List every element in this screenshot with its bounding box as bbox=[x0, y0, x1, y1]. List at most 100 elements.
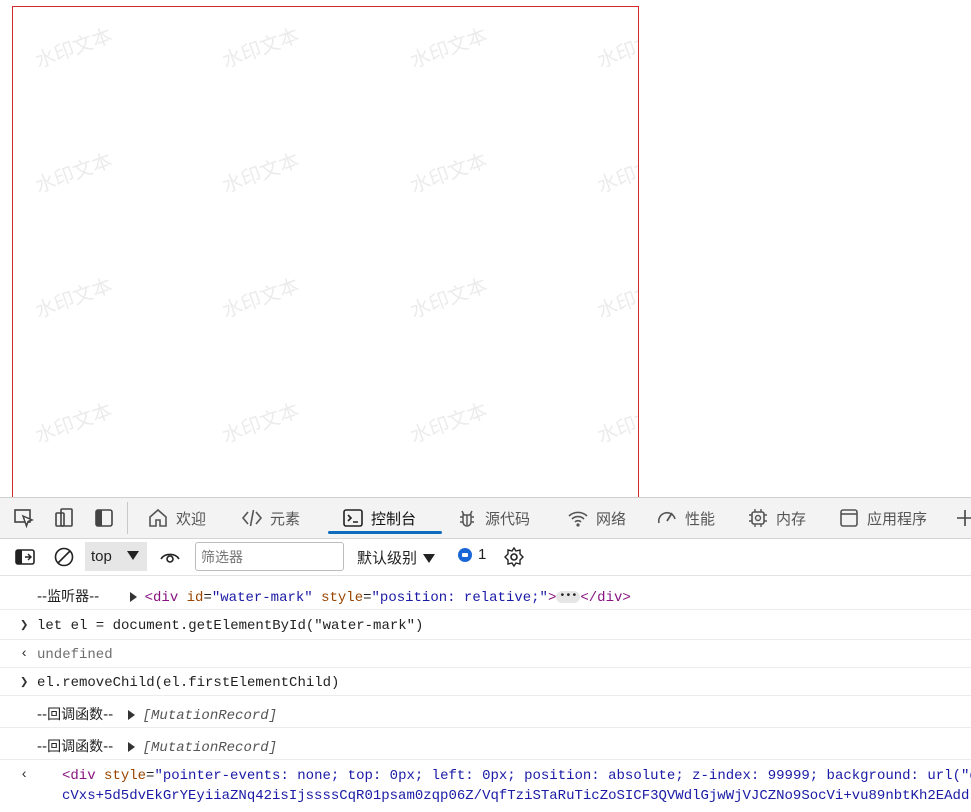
toolbar-divider bbox=[127, 502, 128, 534]
element-tag-open: <div bbox=[62, 768, 96, 784]
log-level-label: 默认级别 bbox=[357, 549, 418, 567]
wifi-icon bbox=[568, 511, 588, 527]
window-icon bbox=[840, 509, 858, 527]
attr-name: style bbox=[104, 768, 147, 784]
tab-label: 源代码 bbox=[485, 509, 531, 528]
console-result-row: ‹ <div style="pointer-events: none; top:… bbox=[0, 760, 971, 812]
element-tag-open: <div bbox=[144, 590, 179, 606]
tab-label: 内存 bbox=[776, 509, 807, 528]
console-log-row: --回调函数-- [MutationRecord] bbox=[0, 696, 971, 728]
attr-name: id bbox=[186, 590, 204, 606]
context-selector[interactable]: top bbox=[85, 542, 147, 571]
element-tag-gt: > bbox=[547, 590, 557, 606]
devtools-panel: 欢迎 元素 控制台 源代码 网络 性能 内存 应用程序 top 筛选器 默认级别… bbox=[0, 497, 971, 812]
tab-label: 应用程序 bbox=[867, 509, 928, 528]
chip-icon bbox=[749, 509, 767, 527]
object-preview[interactable]: [MutationRecord] bbox=[143, 708, 277, 724]
result-arrow-icon: ‹ bbox=[20, 646, 29, 662]
console-output: --监听器-- <div id="water-mark" style="posi… bbox=[0, 576, 971, 812]
live-expression-eye-icon[interactable] bbox=[159, 546, 181, 568]
log-level-dropdown[interactable]: 默认级别 bbox=[357, 547, 436, 568]
console-input-row: ❯ el.removeChild(el.firstElementChild) bbox=[0, 668, 971, 696]
watermark-text: 水印文本 bbox=[218, 272, 303, 323]
watermark-text: 水印文本 bbox=[31, 272, 116, 323]
page-viewport: 水印文本 水印文本 水印文本 水印文本 水印文本 水印文本 水印文本 水印文本 水印文本 水印文本… bbox=[0, 0, 971, 499]
tab-label: 元素 bbox=[270, 509, 301, 528]
tab-memory[interactable]: 内存 bbox=[747, 498, 806, 538]
tab-application[interactable]: 应用程序 bbox=[838, 498, 927, 538]
log-label: --回调函数-- bbox=[37, 707, 114, 723]
watermark-text: 水印文本 bbox=[593, 272, 639, 323]
input-chevron-icon: ❯ bbox=[20, 675, 29, 691]
watermark-text: 水印文本 bbox=[406, 147, 491, 198]
tab-sources[interactable]: 源代码 bbox=[456, 498, 530, 538]
attr-value: "position: relative;" bbox=[371, 590, 548, 606]
console-command: el.removeChild(el.firstElementChild) bbox=[37, 675, 340, 691]
tab-label: 欢迎 bbox=[176, 509, 207, 528]
console-result-row: ‹ undefined bbox=[0, 640, 971, 668]
input-chevron-icon: ❯ bbox=[20, 618, 29, 634]
watermark-text: 水印文本 bbox=[31, 147, 116, 198]
bug-icon bbox=[460, 510, 474, 527]
tab-console[interactable]: 控制台 bbox=[328, 498, 442, 538]
tab-label: 网络 bbox=[596, 509, 627, 528]
console-log-row: --监听器-- <div id="water-mark" style="posi… bbox=[0, 576, 971, 610]
gauge-icon bbox=[657, 511, 676, 524]
sidebar-toggle-icon[interactable] bbox=[14, 546, 36, 568]
tab-performance[interactable]: 性能 bbox=[656, 498, 715, 538]
log-label: --监听器-- bbox=[37, 589, 100, 605]
console-result: undefined bbox=[37, 647, 113, 663]
more-tabs-icon[interactable] bbox=[957, 507, 971, 529]
object-preview[interactable]: [MutationRecord] bbox=[143, 740, 277, 756]
tab-label: 控制台 bbox=[371, 509, 417, 528]
chevron-down-icon bbox=[423, 554, 436, 563]
watermark-text: 水印文本 bbox=[218, 397, 303, 448]
device-emulation-icon[interactable] bbox=[53, 507, 75, 529]
attr-value: "water-mark" bbox=[211, 590, 313, 606]
tab-welcome[interactable]: 欢迎 bbox=[147, 498, 206, 538]
dock-side-icon[interactable] bbox=[93, 507, 115, 529]
watermark-text: 水印文本 bbox=[406, 22, 491, 73]
watermark-text: 水印文本 bbox=[593, 22, 639, 73]
result-arrow-icon: ‹ bbox=[20, 767, 29, 783]
tab-label: 性能 bbox=[685, 509, 716, 528]
console-input-row: ❯ let el = document.getElementById("wate… bbox=[0, 610, 971, 640]
watermark-text: 水印文本 bbox=[406, 272, 491, 323]
message-count-badge[interactable]: 1 bbox=[458, 546, 486, 563]
console-icon bbox=[343, 509, 363, 527]
tab-elements[interactable]: 元素 bbox=[241, 498, 300, 538]
devtools-tab-bar: 欢迎 元素 控制台 源代码 网络 性能 内存 应用程序 bbox=[0, 498, 971, 539]
code-icon bbox=[241, 509, 263, 527]
home-icon bbox=[149, 508, 167, 527]
attr-name: style bbox=[321, 590, 364, 606]
watermark-text: 水印文本 bbox=[593, 397, 639, 448]
attr-value: "pointer-events: none; top: 0px; left: 0… bbox=[154, 768, 971, 784]
watermark-text: 水印文本 bbox=[218, 22, 303, 73]
console-command: let el = document.getElementById("water-… bbox=[37, 618, 424, 634]
watermark-text: 水印文本 bbox=[218, 147, 303, 198]
watermark-text: 水印文本 bbox=[31, 22, 116, 73]
gear-icon[interactable] bbox=[503, 546, 525, 568]
active-tab-indicator bbox=[328, 531, 442, 534]
water-mark-container: 水印文本 水印文本 水印文本 水印文本 水印文本 水印文本 水印文本 水印文本 水印文本 水印文本… bbox=[12, 6, 639, 499]
console-log-row: --回调函数-- [MutationRecord] bbox=[0, 728, 971, 760]
chevron-down-icon bbox=[127, 551, 139, 560]
context-value: top bbox=[91, 548, 112, 565]
collapsed-children-ellipsis[interactable]: ••• bbox=[556, 591, 581, 604]
attr-value-continued: cVxs+5d5dvEkGrYEyiiaZNq42isIjssssCqR01ps… bbox=[62, 788, 971, 804]
element-tag-close: </div> bbox=[580, 590, 631, 606]
expand-triangle-icon[interactable] bbox=[129, 592, 137, 603]
message-icon bbox=[458, 547, 472, 562]
tab-network[interactable]: 网络 bbox=[567, 498, 626, 538]
expand-triangle-icon[interactable] bbox=[127, 742, 135, 753]
watermark-text: 水印文本 bbox=[593, 147, 639, 198]
clear-console-icon[interactable] bbox=[53, 546, 75, 568]
inspect-element-icon[interactable] bbox=[13, 507, 35, 529]
console-toolbar: top 默认级别 1 bbox=[0, 539, 971, 576]
watermark-text: 水印文本 bbox=[31, 397, 116, 448]
filter-input[interactable] bbox=[195, 542, 344, 571]
log-label: --回调函数-- bbox=[37, 739, 114, 755]
expand-triangle-icon[interactable] bbox=[127, 710, 135, 721]
watermark-text: 水印文本 bbox=[406, 397, 491, 448]
message-count: 1 bbox=[478, 546, 487, 563]
